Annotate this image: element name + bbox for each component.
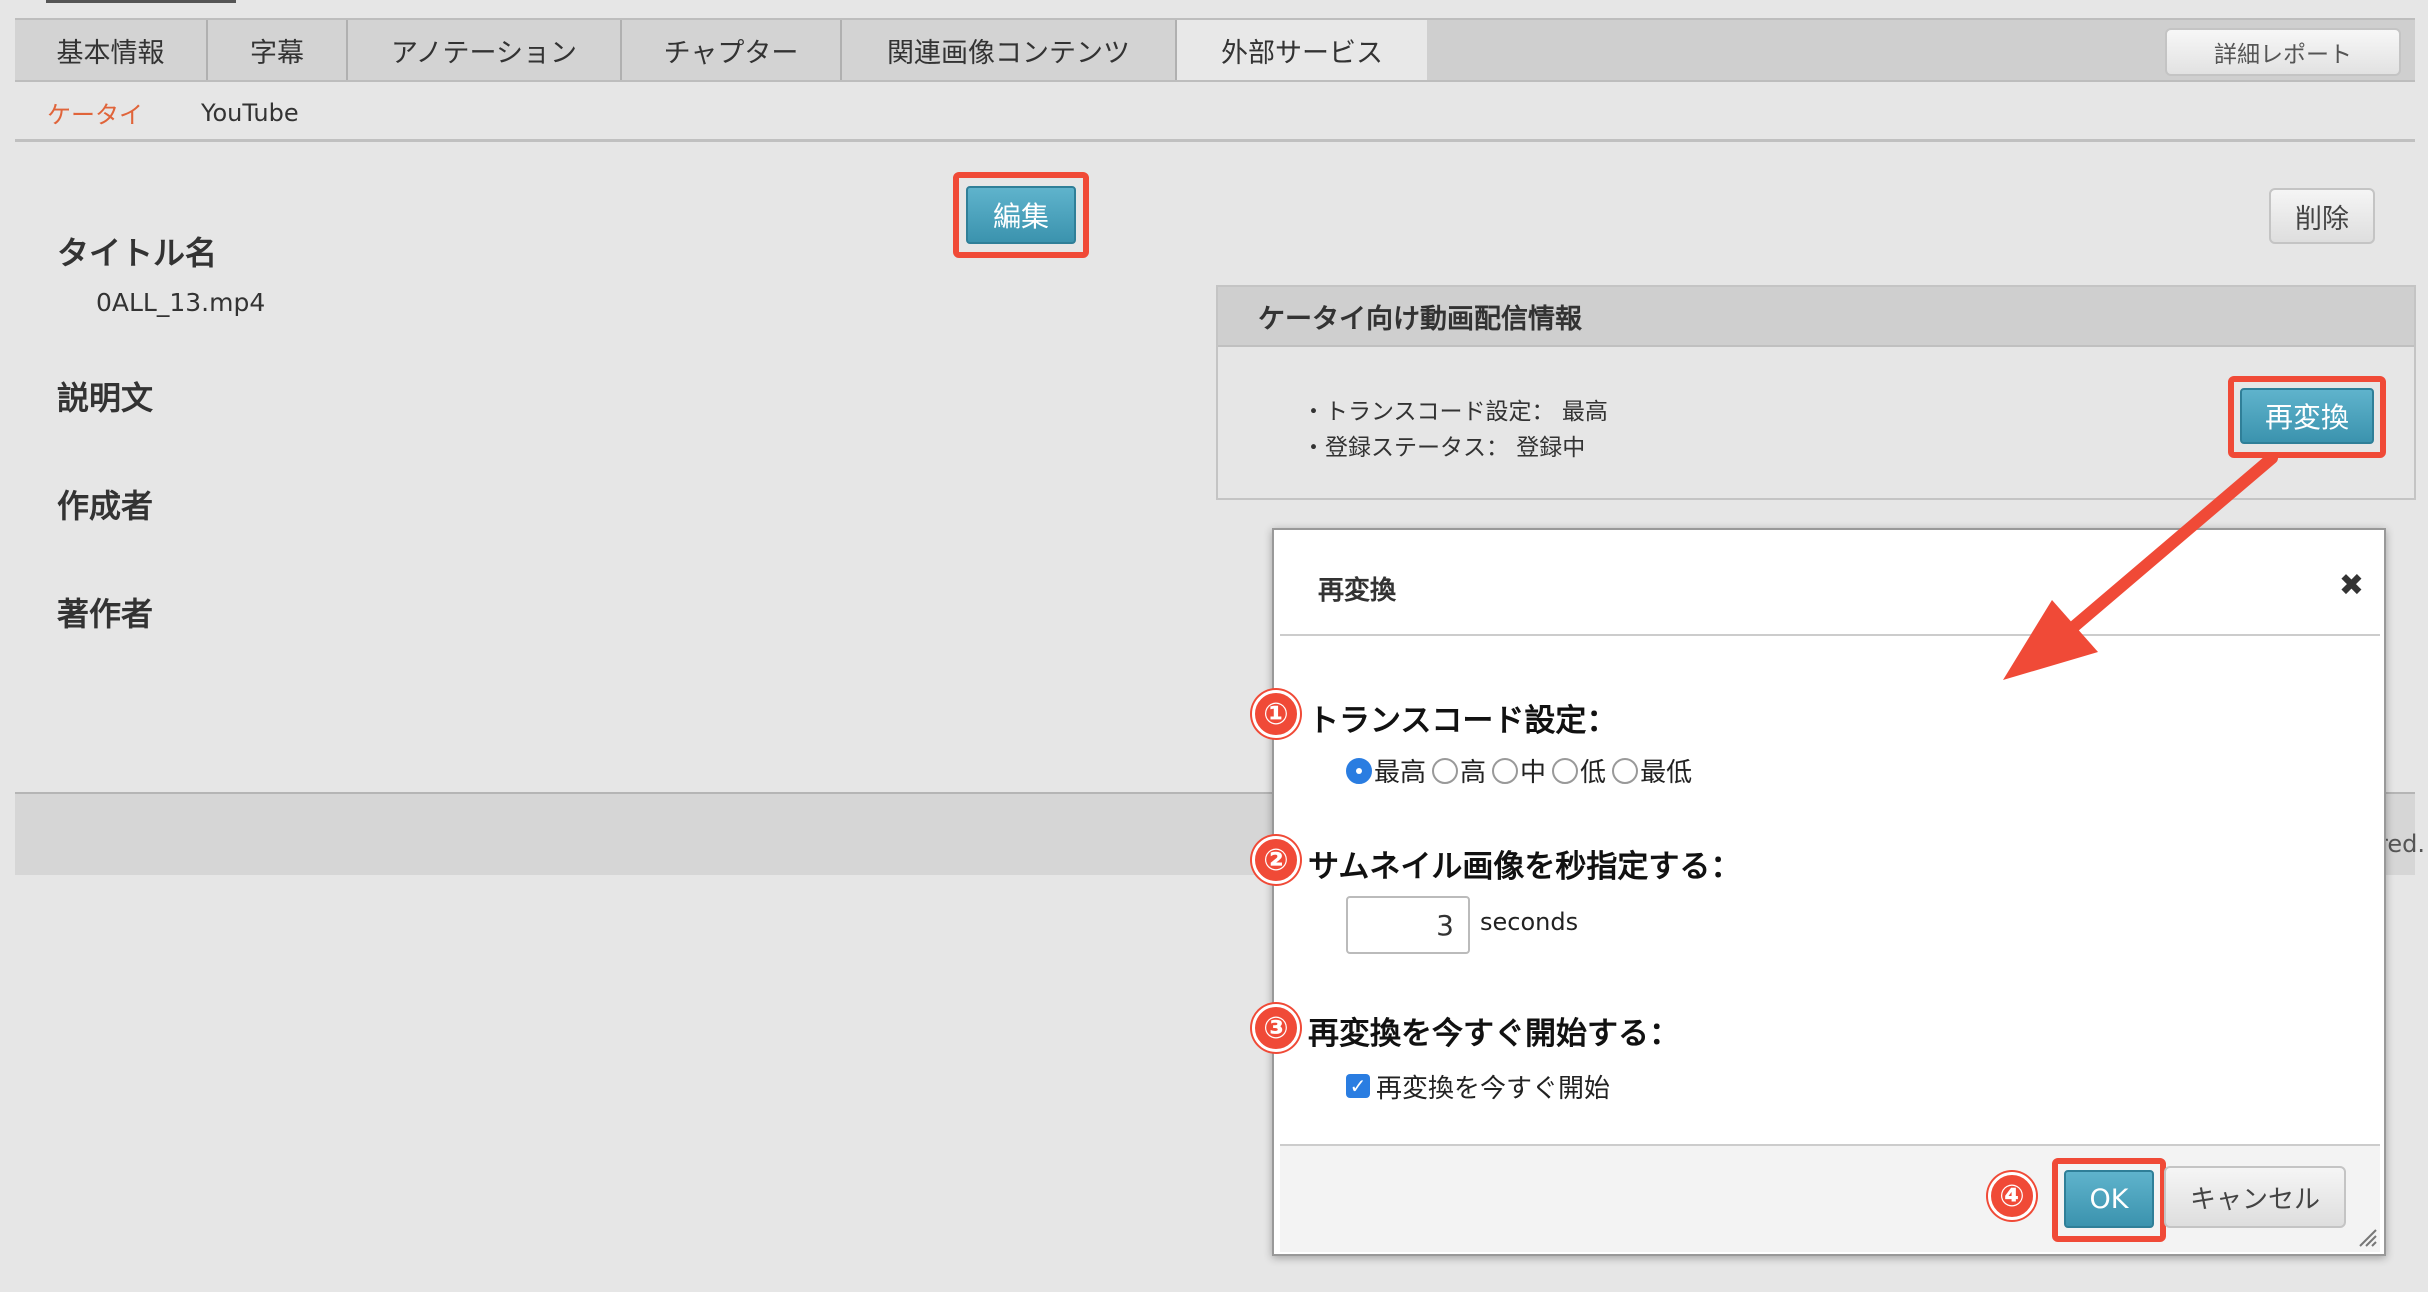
tab-chapter[interactable]: チャプター [622, 20, 842, 80]
radio-low-label: 低 [1580, 758, 1607, 788]
radio-lowest[interactable] [1612, 757, 1639, 784]
radio-highest-label: 最高 [1374, 758, 1427, 788]
close-icon[interactable]: ✖ [2339, 568, 2364, 603]
cancel-button[interactable]: キャンセル [2164, 1166, 2346, 1228]
radio-high[interactable] [1432, 757, 1459, 784]
step-4-badge: ④ [1988, 1172, 2036, 1220]
radio-highest[interactable] [1346, 757, 1372, 784]
top-strip [0, 0, 2428, 18]
title-label: タイトル名 [57, 234, 218, 272]
dialog-divider [1280, 634, 2380, 636]
step-3-number: ③ [1263, 1010, 1289, 1046]
resize-handle-icon[interactable] [2356, 1226, 2378, 1248]
step-4-number: ④ [1999, 1178, 2025, 1214]
subtab-youtube[interactable]: YouTube [201, 99, 299, 127]
start-now-checkbox-label: 再変換を今すぐ開始 [1376, 1074, 1611, 1104]
thumbnail-seconds-input[interactable] [1346, 896, 1470, 954]
thumbnail-section-title: サムネイル画像を秒指定する： [1308, 849, 1742, 885]
creator-label: 作成者 [57, 487, 154, 525]
delete-button[interactable]: 削除 [2269, 188, 2375, 244]
tab-external-services[interactable]: 外部サービス [1177, 20, 1427, 80]
seconds-unit-label: seconds [1480, 908, 1579, 936]
transcode-radio-group: 最高 高 中 低 最低 [1344, 752, 1692, 789]
panel-heading: ケータイ向け動画配信情報 [1218, 287, 2414, 347]
edit-button[interactable]: 編集 [966, 186, 1076, 244]
detail-report-button[interactable]: 詳細レポート [2165, 28, 2401, 76]
radio-medium[interactable] [1492, 757, 1519, 784]
tab-basic-info[interactable]: 基本情報 [15, 20, 208, 80]
subtab-bar: ケータイ YouTube [15, 86, 2415, 142]
step-1-number: ① [1263, 696, 1289, 732]
radio-low[interactable] [1552, 757, 1579, 784]
step-2-badge: ② [1252, 836, 1300, 884]
step-3-badge: ③ [1252, 1004, 1300, 1052]
tab-bar: 基本情報 字幕 アノテーション チャプター 関連画像コンテンツ 外部サービス 詳… [15, 18, 2415, 82]
registration-status-line: ・登録ステータス： 登録中 [1302, 435, 1586, 461]
dialog-title: 再変換 [1318, 576, 1397, 606]
author-label: 著作者 [57, 595, 154, 633]
transcode-setting-line: ・トランスコード設定： 最高 [1302, 399, 1608, 425]
top-underline [46, 0, 236, 3]
tab-subtitles[interactable]: 字幕 [208, 20, 348, 80]
radio-lowest-label: 最低 [1640, 758, 1693, 788]
subtab-keitai[interactable]: ケータイ [47, 95, 143, 130]
step-1-badge: ① [1252, 690, 1300, 738]
radio-medium-label: 中 [1520, 758, 1547, 788]
ok-button[interactable]: OK [2064, 1170, 2154, 1228]
step-2-number: ② [1263, 842, 1289, 878]
start-now-checkbox[interactable]: ✓ [1346, 1074, 1370, 1098]
transcode-section-title: トランスコード設定： [1308, 703, 1618, 739]
reconvert-button[interactable]: 再変換 [2240, 388, 2374, 444]
radio-high-label: 高 [1460, 758, 1487, 788]
start-now-section-title: 再変換を今すぐ開始する： [1308, 1016, 1680, 1052]
title-value: 0ALL_13.mp4 [96, 288, 266, 317]
reconvert-dialog: 再変換 ✖ ① トランスコード設定： 最高 高 中 低 最低 ② サムネイル画像… [1252, 528, 2386, 1256]
description-label: 説明文 [57, 379, 154, 417]
tab-related-images[interactable]: 関連画像コンテンツ [842, 20, 1177, 80]
tab-annotation[interactable]: アノテーション [348, 20, 622, 80]
